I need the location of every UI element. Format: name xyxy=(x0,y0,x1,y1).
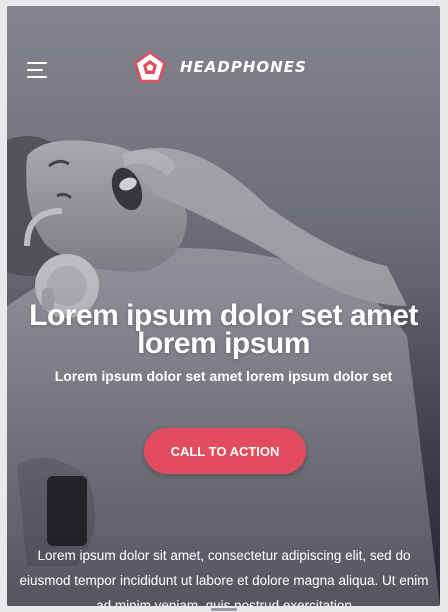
mobile-screen: HEADPHONES Lorem ipsum dolor set amet lo… xyxy=(7,6,440,606)
pentagon-logo-icon xyxy=(134,51,166,83)
call-to-action-button[interactable]: CALL TO ACTION xyxy=(144,428,306,474)
hero-headline: Lorem ipsum dolor set amet lorem ipsum xyxy=(29,299,418,360)
brand-name: HEADPHONES xyxy=(180,58,307,76)
hero-body-text: Lorem ipsum dolor sit amet, consectetur … xyxy=(19,548,429,606)
brand-logo[interactable]: HEADPHONES xyxy=(134,51,307,83)
hero-subheadline: Lorem ipsum dolor set amet lorem ipsum d… xyxy=(54,368,393,384)
top-navigation-bar: HEADPHONES xyxy=(7,6,440,136)
hamburger-menu-icon[interactable] xyxy=(27,62,47,78)
home-indicator[interactable] xyxy=(211,608,237,611)
